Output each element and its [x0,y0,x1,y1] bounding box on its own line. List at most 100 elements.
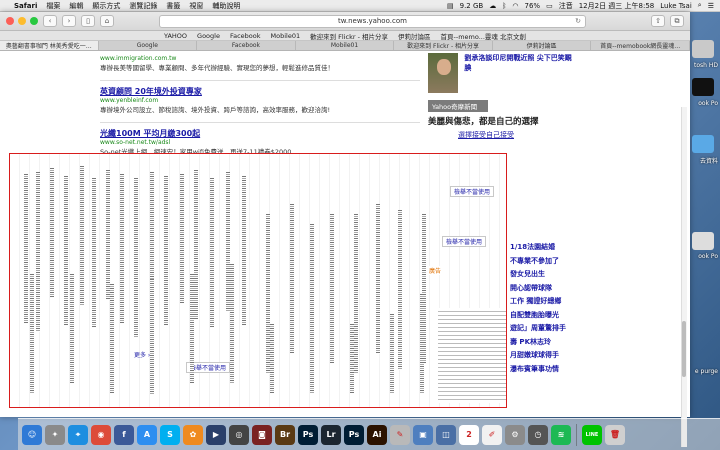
share-button[interactable]: ⇧ [651,15,665,27]
address-bar[interactable]: tw.news.yahoo.com ↻ [159,14,586,28]
dock-spotify-icon[interactable]: ≋ [551,424,571,445]
tab-memobook[interactable]: 首頁--memobook網長靈魂… [591,41,690,50]
dock-illustrator-icon[interactable]: Ai [367,424,387,445]
tab-mobile01[interactable]: Mobile01 [296,41,395,50]
story-link[interactable]: 開心認帶球隊 [510,282,580,296]
close-icon[interactable] [6,17,14,25]
dock-skype-icon[interactable]: S [160,424,180,445]
home-button[interactable]: ⌂ [100,15,114,27]
ad-title[interactable]: 光纖100M 平均月繳300起 [100,128,420,139]
headline[interactable]: 美麗與傷悲，都是自己的選擇 [428,115,573,127]
desktop-file-icon[interactable] [692,232,714,250]
headline-link[interactable]: 選擇接受自己接受 [458,130,573,140]
dock-pencil-icon[interactable]: ✎ [390,424,410,445]
search-icon[interactable]: ⌕ [698,1,702,10]
story-link[interactable]: 1/18法園結婚 [510,241,580,255]
ad-url[interactable]: www.so-net.net.tw/adsl [100,139,420,146]
ad-item[interactable]: 光纖100M 平均月繳300起 www.so-net.net.tw/adsl S… [100,128,420,156]
bookmark-google[interactable]: Google [197,32,220,40]
menu-window[interactable]: 視窗 [189,1,203,11]
more-link[interactable]: 更多 › [134,350,150,359]
dock-line-icon[interactable]: LINE [582,424,602,445]
menu-bookmarks[interactable]: 書籤 [166,1,180,11]
dock-finder-icon[interactable]: ☺ [22,424,42,445]
menu-app[interactable]: Safari [14,2,37,10]
bookmark-mobile01[interactable]: Mobile01 [271,32,301,40]
dock-lightroom-icon[interactable]: Lr [321,424,341,445]
story-link[interactable]: 自配雙胞胎曝光 [510,309,580,323]
reload-icon[interactable]: ↻ [575,17,581,25]
dock-bridge-icon[interactable]: Br [275,424,295,445]
dock-trash-icon[interactable]: 🗑 [605,424,625,445]
menu-help[interactable]: 輔助說明 [212,1,240,11]
dock-facebook-icon[interactable]: f [114,424,134,445]
battery-icon[interactable]: ▭ [546,2,553,10]
dock-textedit-icon[interactable]: ✐ [482,424,502,445]
cloud-icon[interactable]: ☁ [489,2,496,10]
notification-icon[interactable]: ☰ [708,2,714,10]
story-link[interactable]: 遊記」周董驚排手 [510,322,580,336]
hard-drive-icon[interactable] [692,40,714,58]
tab-google[interactable]: Google [99,41,198,50]
desktop-label[interactable]: tosh HD [694,62,718,69]
ad-item[interactable]: 英資顧問 20年境外投資專家 www.yenbleinf.com 專辦境外公司設… [100,86,420,114]
scrollbar-thumb[interactable] [682,321,686,377]
story-link[interactable]: 不專業不參加了 [510,255,580,269]
bluetooth-icon[interactable]: ᛒ [502,2,506,10]
dock-camera-icon[interactable]: ◎ [229,424,249,445]
dock-launchpad-icon[interactable]: ✦ [45,424,65,445]
featured-story[interactable]: 劉承洛談印尼開戰近照 尖下巴笑靦腆 [428,53,573,93]
desktop-label[interactable]: 去資料 [700,156,718,165]
wifi-icon[interactable]: ◠ [512,2,518,10]
bookmark-flickr[interactable]: 歡迎來到 Flickr - 相片分享 [310,31,388,41]
dock-preview-icon[interactable]: ▣ [413,424,433,445]
menu-file[interactable]: 檔案 [46,1,60,11]
story-link[interactable]: 瀑布賓筆事功情 [510,363,580,377]
ad-item[interactable]: www.immigration.com.tw 專辦長美等國留學、專業顧問、多年代… [100,55,420,72]
dock-photoshop-icon[interactable]: Ps [344,424,364,445]
story-link[interactable]: 發女兒出生 [510,268,580,282]
story-link[interactable]: 工作 獨證好總鄉 [510,295,580,309]
story-link[interactable]: 壽 PK林志玲 [510,336,580,350]
desktop-file-icon[interactable] [692,78,714,96]
story-link[interactable]: 月甜嫩球球得手 [510,349,580,363]
storage-icon[interactable]: ▤ [447,2,454,10]
dock-system-preferences-icon[interactable]: ⚙ [505,424,525,445]
bookmark-eyny[interactable]: 伊莉討論區 [398,31,431,41]
report-link[interactable]: 檢舉不當使用 [450,186,495,197]
story-photo[interactable] [428,53,459,93]
tab-news[interactable]: 奧藝翻書事咖門 林美秀愛吃一… [0,41,99,50]
sidebar-toggle-button[interactable]: ▯ [81,15,95,27]
minimize-icon[interactable] [18,17,26,25]
tabs-button[interactable]: ⧉ [670,15,684,27]
desktop-label[interactable]: ook Po [698,100,718,107]
dock-time-machine-icon[interactable]: ◷ [528,424,548,445]
menu-history[interactable]: 瀏覽記錄 [129,1,157,11]
ad-url[interactable]: www.yenbleinf.com [100,97,420,104]
clock[interactable]: 12月2日 週三 上午8:58 [579,1,655,11]
dock-photo-booth-icon[interactable]: ◙ [252,424,272,445]
bookmark-memobook[interactable]: 首頁--memo...靈魂 北京文創 [441,31,526,41]
dock-photoshop-icon[interactable]: Ps [298,424,318,445]
input-method[interactable]: 注音 [559,1,573,11]
dock-quicktime-icon[interactable]: ▶ [206,424,226,445]
dock-app-store-icon[interactable]: A [137,424,157,445]
desktop-label[interactable]: ook Po [698,253,718,260]
desktop-label[interactable]: e purge [695,368,718,375]
battery-value[interactable]: 76% [525,2,541,10]
dock-calendar-icon[interactable]: 2 [459,424,479,445]
tab-eyny[interactable]: 伊莉討論區 [493,41,592,50]
menu-edit[interactable]: 編輯 [69,1,83,11]
ad-title[interactable]: 英資顧問 20年境外投資專家 [100,86,420,97]
bookmark-yahoo[interactable]: YAHOO [164,32,187,40]
dock-chrome-icon[interactable]: ◉ [91,424,111,445]
folder-icon[interactable] [692,135,714,153]
menu-view[interactable]: 顯示方式 [92,1,120,11]
user-name[interactable]: Luke Tsai [660,2,692,10]
scrollbar-track[interactable] [681,107,687,447]
forward-button[interactable]: › [62,15,76,27]
bookmark-facebook[interactable]: Facebook [230,32,261,40]
back-button[interactable]: ‹ [43,15,57,27]
zoom-icon[interactable] [30,17,38,25]
dock-safari-icon[interactable]: ⌖ [68,424,88,445]
